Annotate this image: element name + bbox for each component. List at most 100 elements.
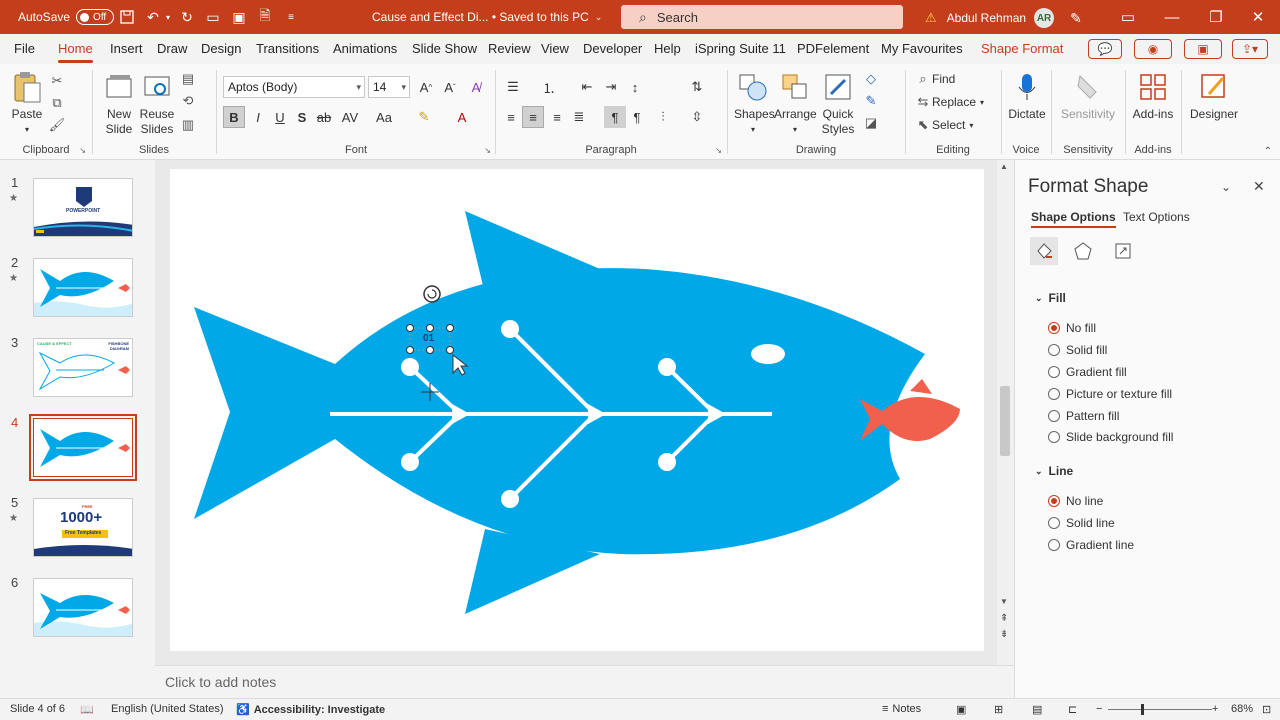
slide-canvas[interactable]: 01 (170, 169, 984, 651)
search-box[interactable]: ⌕ Search (621, 5, 903, 29)
present-teams-icon[interactable]: ▣ (1184, 39, 1222, 59)
clipboard-launcher-icon[interactable]: ↘ (79, 146, 86, 155)
slideshow-view-icon[interactable]: ⊏ (1068, 703, 1077, 716)
line-section-header[interactable]: ⌄ Line (1035, 464, 1073, 478)
radio-no-line[interactable]: No line (1048, 494, 1103, 508)
undo-dropdown-icon[interactable]: ▾ (163, 7, 173, 27)
collapse-ribbon-icon[interactable]: ⌃ (1264, 146, 1272, 157)
scroll-thumb[interactable] (1000, 386, 1010, 456)
select-button[interactable]: ⬉ Select ▾ (914, 116, 974, 134)
radio-pattern-fill[interactable]: Pattern fill (1048, 409, 1119, 423)
underline-button[interactable]: U (269, 106, 291, 128)
avatar[interactable]: AR (1034, 8, 1055, 28)
tab-help[interactable]: Help (654, 41, 681, 56)
user-name[interactable]: Abdul Rehman (947, 11, 1026, 25)
spelling-icon[interactable]: 📖 (80, 703, 94, 716)
text-direction-icon[interactable]: ⇅ (686, 76, 708, 98)
zoom-slider-thumb[interactable] (1141, 704, 1144, 715)
quick-styles-button[interactable]: Quick Styles (818, 70, 858, 137)
layout-icon[interactable]: ▤ (179, 70, 197, 88)
font-name-dropdown[interactable]: Aptos (Body) ▾ (223, 76, 365, 98)
align-text-icon[interactable]: ⇳ (686, 106, 708, 128)
slide-thumbnail-2[interactable] (33, 258, 133, 317)
selected-shape-label[interactable]: 01 (423, 333, 434, 344)
tab-transitions[interactable]: Transitions (256, 41, 319, 56)
slide-info[interactable]: Slide 4 of 6 (10, 703, 65, 715)
addins-button[interactable]: Add-ins (1128, 70, 1178, 122)
scroll-up-icon[interactable]: ▲ (1000, 162, 1008, 171)
autosave[interactable]: AutoSave Off (18, 9, 115, 25)
designer-button[interactable]: Designer (1186, 70, 1242, 122)
zoom-slider[interactable] (1108, 709, 1212, 710)
tab-animations[interactable]: Animations (333, 41, 397, 56)
fill-line-icon[interactable] (1030, 237, 1058, 265)
slide-thumbnail-4[interactable] (29, 414, 137, 481)
increase-font-icon[interactable]: A ^ (415, 76, 437, 98)
shapes-button[interactable]: Shapes ▾ (734, 70, 775, 137)
section-icon[interactable]: ▥ (179, 116, 197, 134)
ltr-icon[interactable]: ¶ (626, 106, 648, 128)
share-icon[interactable]: ⇪▾ (1232, 39, 1268, 59)
shape-outline-icon[interactable]: ✎ (862, 92, 880, 110)
numbering-icon[interactable]: ⒈ (538, 76, 560, 98)
normal-view-icon[interactable]: ▣ (956, 703, 966, 716)
zoom-level[interactable]: 68% (1231, 703, 1253, 715)
italic-button[interactable]: I (247, 106, 269, 128)
tab-developer[interactable]: Developer (583, 41, 642, 56)
tab-review[interactable]: Review (488, 41, 531, 56)
document-title[interactable]: Cause and Effect Di... • Saved to this P… (372, 10, 602, 24)
fill-section-header[interactable]: ⌄ Fill (1035, 291, 1066, 305)
line-spacing-icon[interactable]: ↕ (624, 76, 646, 98)
radio-picture-fill[interactable]: Picture or texture fill (1048, 387, 1172, 401)
zoom-in-icon[interactable]: + (1212, 703, 1218, 715)
vertical-scrollbar[interactable]: ▲ ▼ ⇞ ⇟ (997, 160, 1014, 665)
tab-my-favourites[interactable]: My Favourites (881, 41, 963, 56)
font-launcher-icon[interactable]: ↘ (484, 146, 491, 155)
bullets-icon[interactable]: ☰ (502, 76, 524, 98)
next-slide-icon[interactable]: ⇟ (1000, 629, 1008, 640)
tab-draw[interactable]: Draw (157, 41, 187, 56)
dictate-button[interactable]: Dictate (1004, 70, 1050, 122)
tab-slide-show[interactable]: Slide Show (412, 41, 477, 56)
tab-view[interactable]: View (541, 41, 569, 56)
pen-icon[interactable]: ✎ (1066, 8, 1086, 28)
format-painter-icon[interactable]: 🖌 (48, 116, 66, 134)
slide-thumbnail-1[interactable]: POWERPOINT (33, 178, 133, 237)
shape-effects-icon[interactable]: ◪ (862, 114, 880, 132)
reset-icon[interactable]: ⟲ (179, 92, 197, 110)
customize-toolbar-icon[interactable]: ≡ (281, 7, 301, 27)
autosave-toggle[interactable]: Off (76, 9, 115, 25)
slideshow-icon[interactable]: ▣ (229, 7, 249, 27)
pane-close-icon[interactable]: ✕ (1253, 178, 1265, 195)
shape-fill-icon[interactable]: ◇ (862, 70, 880, 88)
columns-icon[interactable]: ⫶ (652, 106, 674, 128)
undo-icon[interactable]: ↶ (143, 7, 163, 27)
radio-solid-fill[interactable]: Solid fill (1048, 343, 1107, 357)
sensitivity-button[interactable]: Sensitivity (1056, 70, 1120, 122)
arrange-button[interactable]: Arrange ▾ (774, 70, 817, 137)
previous-slide-icon[interactable]: ⇞ (1000, 613, 1008, 624)
radio-solid-line[interactable]: Solid line (1048, 516, 1115, 530)
tab-ispring[interactable]: iSpring Suite 11 (695, 41, 786, 56)
slide-thumbnail-6[interactable] (33, 578, 133, 637)
radio-gradient-fill[interactable]: Gradient fill (1048, 365, 1127, 379)
pane-options-chevron-icon[interactable]: ⌄ (1221, 180, 1231, 194)
tab-file[interactable]: File (14, 41, 35, 56)
rtl-icon[interactable]: ¶ (604, 106, 626, 128)
font-size-dropdown[interactable]: 14 ▾ (368, 76, 410, 98)
radio-no-fill[interactable]: No fill (1048, 321, 1096, 335)
decrease-indent-icon[interactable]: ⇤ (576, 76, 598, 98)
effects-icon[interactable] (1069, 237, 1097, 265)
replace-button[interactable]: ⇆ Replace ▾ (914, 93, 985, 111)
shadow-button[interactable]: S (291, 106, 313, 128)
present-icon[interactable]: ▭ (203, 7, 223, 27)
language[interactable]: English (United States) (111, 703, 224, 715)
align-center-icon[interactable]: ≡ (522, 106, 544, 128)
radio-gradient-line[interactable]: Gradient line (1048, 538, 1134, 552)
strikethrough-button[interactable]: ab (313, 106, 335, 128)
minimize-icon[interactable]: — (1150, 0, 1194, 34)
radio-slide-background-fill[interactable]: Slide background fill (1048, 430, 1173, 444)
tab-home[interactable]: Home (58, 41, 93, 63)
align-right-icon[interactable]: ≡ (546, 106, 568, 128)
new-slide-button[interactable]: New Slide (99, 70, 139, 137)
